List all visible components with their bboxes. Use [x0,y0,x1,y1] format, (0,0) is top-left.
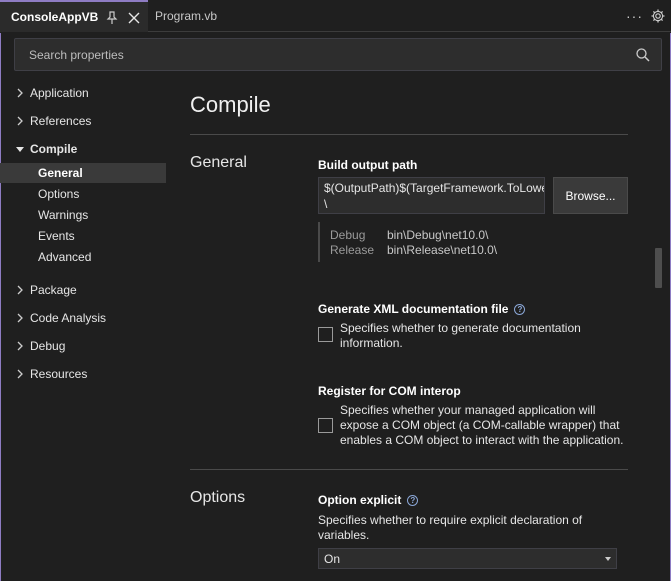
sidebar-item-label: Options [38,187,80,201]
pin-icon[interactable] [105,11,119,25]
configuration-values: Debug bin\Debug\net10.0\ Release bin\Rel… [318,222,497,262]
chevron-right-icon [17,313,23,323]
chevron-right-icon [17,341,23,351]
more-tabs-icon[interactable]: ··· [626,8,642,24]
config-name: Debug [330,228,366,242]
xml-doc-label: Generate XML documentation file [318,302,509,316]
sidebar-item-label: Code Analysis [30,311,107,325]
tab-label: ConsoleAppVB [11,10,99,24]
build-output-path-input[interactable]: $(OutputPath)$(TargetFramework.ToLowe \ [318,177,545,214]
help-icon[interactable]: ? [514,304,526,315]
section-title-options: Options [190,489,246,506]
xml-doc-label-row: Generate XML documentation file? [318,302,526,316]
sidebar-subitem-general[interactable]: General [0,163,166,183]
search-box[interactable]: Search properties [14,38,662,71]
tab-program-vb[interactable]: Program.vb [149,0,239,32]
page-title: Compile [190,92,271,117]
sidebar-item-application[interactable]: Application [0,83,166,103]
sidebar-subitem-options[interactable]: Options [0,184,166,204]
sidebar-item-code-analysis[interactable]: Code Analysis [0,308,166,328]
xml-doc-description: Specifies whether to generate documentat… [340,321,581,350]
sidebar-item-label: General [38,166,83,180]
sidebar-item-label: References [30,114,92,128]
config-value: bin\Release\net10.0\ [387,243,498,257]
com-interop-label: Register for COM interop [318,384,461,398]
chevron-down-icon [16,147,24,152]
com-interop-checkbox[interactable] [318,418,333,433]
sidebar-item-references[interactable]: References [0,111,166,131]
chevron-right-icon [17,369,23,379]
sidebar-item-label: Resources [30,367,88,381]
divider [190,469,628,470]
dropdown-arrow-icon [605,557,611,561]
xml-doc-checkbox[interactable] [318,327,333,342]
sidebar-item-package[interactable]: Package [0,280,166,300]
sidebar-item-compile[interactable]: Compile [0,139,166,159]
chevron-right-icon [17,88,23,98]
dropdown-value: On [324,552,341,566]
tab-strip: ConsoleAppVB Program.vb ··· [0,0,671,32]
sidebar-item-label: Debug [30,339,66,353]
sidebar-item-label: Events [38,229,75,243]
option-explicit-description: Specifies whether to require explicit de… [318,513,583,542]
sidebar-item-label: Compile [30,142,78,156]
sidebar-item-label: Advanced [38,250,92,264]
sidebar-item-label: Warnings [38,208,89,222]
gear-icon[interactable] [650,8,666,24]
scrollbar-thumb[interactable] [655,248,662,288]
section-title-general: General [190,154,247,171]
option-explicit-label-row: Option explicit? [318,493,419,507]
chevron-right-icon [17,285,23,295]
sidebar-item-debug[interactable]: Debug [0,336,166,356]
tab-label: Program.vb [155,9,218,23]
config-row-release: Release bin\Release\net10.0\ [330,243,497,257]
option-explicit-label: Option explicit [318,493,402,507]
com-interop-description: Specifies whether your managed applicati… [340,403,624,447]
sidebar-subitem-advanced[interactable]: Advanced [0,247,166,267]
config-value: bin\Debug\net10.0\ [387,228,489,242]
sidebar-item-resources[interactable]: Resources [0,364,166,384]
search-placeholder: Search properties [29,48,124,62]
build-output-path-label: Build output path [318,158,418,172]
sidebar-subitem-events[interactable]: Events [0,226,166,246]
close-icon[interactable] [127,11,141,25]
config-row-debug: Debug bin\Debug\net10.0\ [330,228,488,242]
option-explicit-dropdown[interactable]: On [318,548,617,569]
sidebar-item-label: Application [30,86,89,100]
sidebar-item-label: Package [30,283,77,297]
chevron-right-icon [17,116,23,126]
search-icon[interactable] [635,47,651,63]
divider [190,134,628,135]
browse-button[interactable]: Browse... [553,177,628,214]
build-output-path-value: $(OutputPath)$(TargetFramework.ToLowe [324,181,544,195]
tab-consoleappvb[interactable]: ConsoleAppVB [0,0,148,32]
help-icon[interactable]: ? [407,495,419,506]
build-output-path-value-cont: \ [324,197,328,211]
vertical-scrollbar[interactable] [652,80,662,548]
sidebar-subitem-warnings[interactable]: Warnings [0,205,166,225]
config-name: Release [330,243,375,257]
